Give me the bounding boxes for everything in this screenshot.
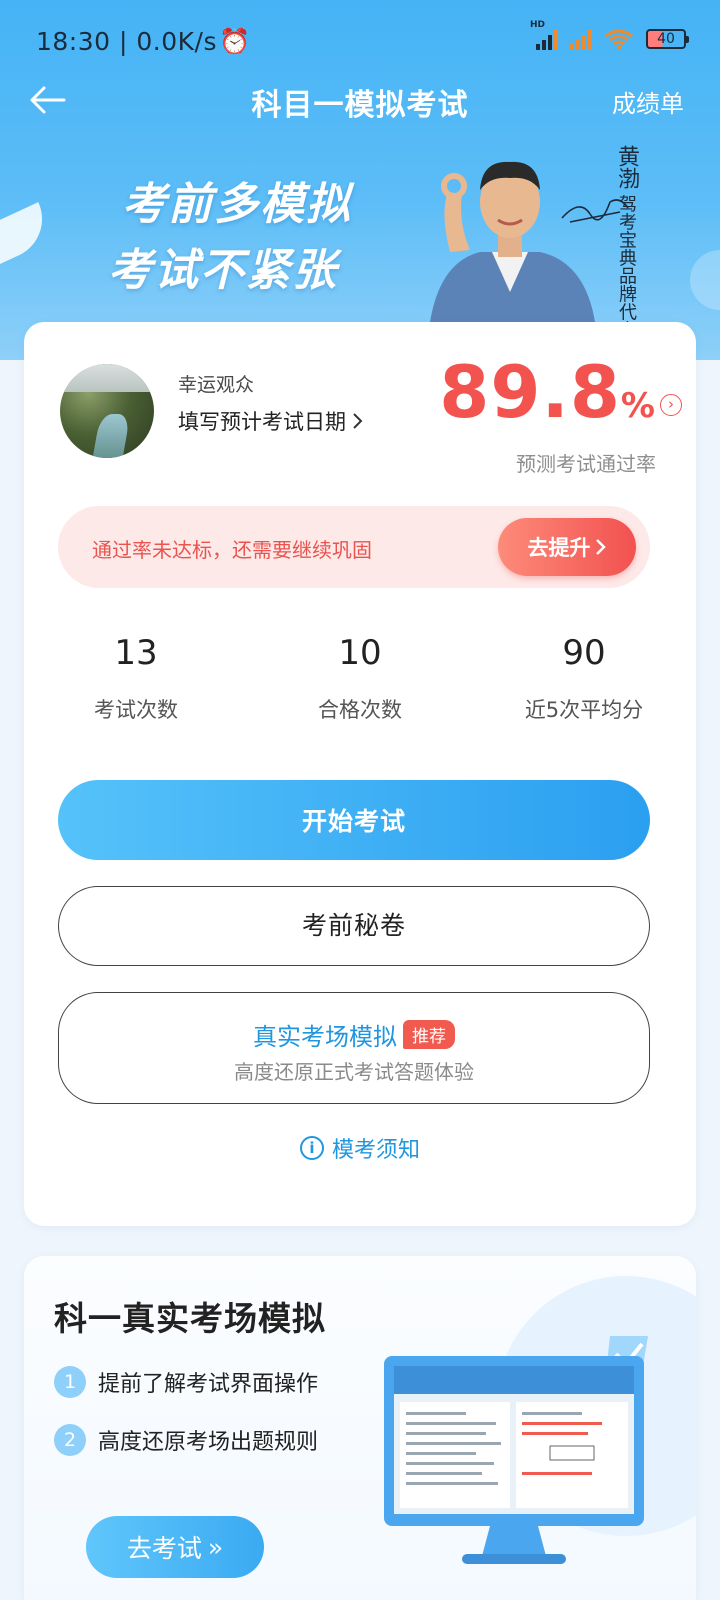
improve-button[interactable]: 去提升 <box>498 518 636 576</box>
number-badge: 2 <box>54 1424 86 1456</box>
status-time: 18:30 | 0.0K/s⏰ <box>36 27 251 57</box>
decoration-shape <box>0 202 56 268</box>
list-item-text: 提前了解考试界面操作 <box>98 1372 319 1397</box>
sim-title-row: 真实考场模拟 推荐 <box>59 1017 649 1052</box>
sim-subtitle: 高度还原正式考试答题体验 <box>234 1060 474 1084</box>
score-report-link[interactable]: 成绩单 <box>612 84 684 119</box>
battery-icon: 40 <box>646 29 689 49</box>
list-item: 1 提前了解考试界面操作 <box>54 1366 318 1398</box>
banner-line-2: 考试不紧张 <box>108 245 338 296</box>
improve-button-label: 去提升 <box>527 536 591 560</box>
signal-icon <box>570 28 592 50</box>
stat-label: 考试次数 <box>94 698 178 722</box>
real-exam-heading: 科一真实考场模拟 <box>54 1299 326 1338</box>
list-item-text: 高度还原考场出题规则 <box>98 1430 319 1455</box>
exam-date-link[interactable]: 填写预计考试日期 <box>178 406 364 436</box>
tip-message: 通过率未达标，还需要继续巩固 <box>92 538 372 562</box>
double-chevron-right-icon: » <box>207 1532 224 1562</box>
stat-value: 90 <box>562 633 606 673</box>
info-icon: i <box>299 1136 324 1160</box>
recommended-badge: 推荐 <box>403 1020 455 1049</box>
chevron-right-circle-icon[interactable]: › <box>660 394 682 416</box>
exam-notice-link[interactable]: i 模考须知 <box>24 1132 696 1164</box>
spokesperson-name: 黄渤 <box>614 145 639 189</box>
pass-rate-value: 89.8% <box>439 350 656 434</box>
banner-line-1: 考前多模拟 <box>122 179 352 230</box>
stat-pass-count: 10 合格次数 <box>248 628 472 738</box>
decoration-shape <box>690 250 720 310</box>
sim-title: 真实考场模拟 <box>253 1023 397 1051</box>
exam-date-label: 填写预计考试日期 <box>178 410 346 434</box>
chevron-right-icon <box>353 413 363 429</box>
stat-exam-count: 13 考试次数 <box>24 628 248 738</box>
user-nickname: 幸运观众 <box>178 374 255 396</box>
banner-slogan: 考前多模拟 考试不紧张 <box>108 172 352 304</box>
list-item: 2 高度还原考场出题规则 <box>54 1424 318 1456</box>
pass-rate-block[interactable]: 89.8% 预测考试通过率 <box>439 352 656 477</box>
stat-value: 13 <box>114 633 158 673</box>
exam-notice-label: 模考须知 <box>331 1138 420 1163</box>
hd-signal-icon: HD <box>530 20 558 50</box>
alarm-icon: ⏰ <box>218 27 251 56</box>
wifi-icon <box>605 29 633 50</box>
stat-value: 10 <box>338 633 382 673</box>
secret-paper-button[interactable]: 考前秘卷 <box>58 886 650 966</box>
chevron-right-icon <box>595 539 606 555</box>
exam-summary-card: 幸运观众 填写预计考试日期 89.8% 预测考试通过率 › 通过率未达标，还需要… <box>24 322 696 1226</box>
nav-bar: 科目一模拟考试 成绩单 <box>0 72 720 128</box>
status-time-text: 18:30 | 0.0K/s <box>36 27 217 56</box>
number-badge: 1 <box>54 1366 86 1398</box>
start-exam-button[interactable]: 开始考试 <box>58 780 650 860</box>
go-exam-label: 去考试 <box>126 1534 202 1563</box>
stat-label: 合格次数 <box>318 698 402 722</box>
status-icons: HD 40 <box>530 20 689 50</box>
stat-label: 近5次平均分 <box>524 698 644 722</box>
avatar[interactable] <box>60 364 154 458</box>
stat-average-score: 90 近5次平均分 <box>472 628 696 738</box>
real-exam-simulation-button[interactable]: 真实考场模拟 推荐 高度还原正式考试答题体验 <box>58 992 650 1104</box>
real-exam-card: 科一真实考场模拟 1 提前了解考试界面操作 2 高度还原考场出题规则 去考试 » <box>24 1256 696 1600</box>
status-bar: 18:30 | 0.0K/s⏰ HD 40 <box>0 0 720 82</box>
pass-rate-tip: 通过率未达标，还需要继续巩固 去提升 <box>58 506 650 588</box>
go-exam-button[interactable]: 去考试 » <box>86 1516 264 1578</box>
exam-stats: 13 考试次数 10 合格次数 90 近5次平均分 <box>24 628 696 738</box>
computer-monitor-illustration <box>384 1336 648 1564</box>
pass-rate-caption: 预测考试通过率 <box>516 452 656 476</box>
